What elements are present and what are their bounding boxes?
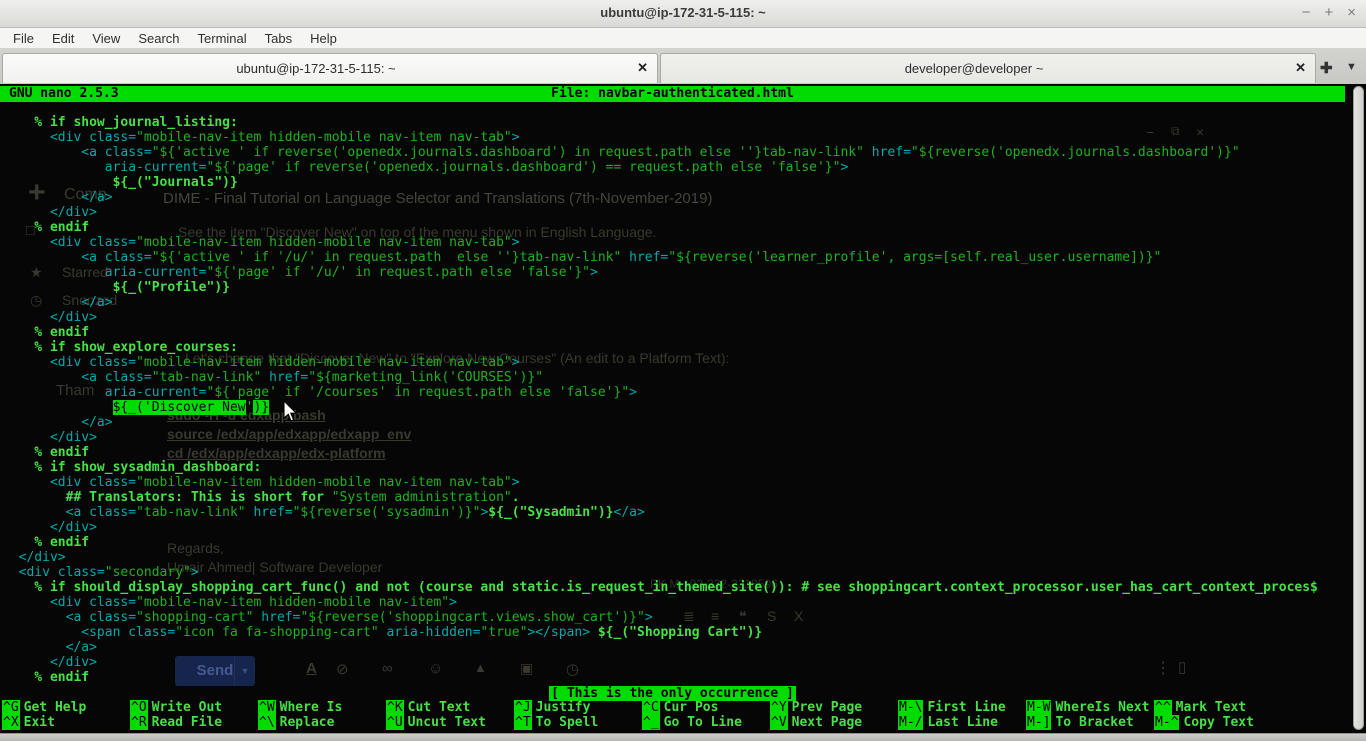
nano-filename: File: navbar-authenticated.html bbox=[0, 86, 1345, 102]
code-line: <a class="shopping-cart" href="${reverse… bbox=[3, 610, 1318, 625]
nano-shortcuts-row2: ^XExit^RRead File^\Replace^UUncut Text^T… bbox=[2, 715, 1282, 730]
tab-close-icon[interactable]: ✕ bbox=[637, 60, 648, 76]
menu-item-view[interactable]: View bbox=[83, 30, 129, 47]
code-line: ${_("Profile")} bbox=[3, 280, 1318, 295]
code-line: ${_("Journals")} bbox=[3, 175, 1318, 190]
new-tab-icon[interactable]: ✚ bbox=[1320, 59, 1333, 77]
menu-item-tabs[interactable]: Tabs bbox=[256, 30, 301, 47]
nano-shortcut: ^JJustify bbox=[514, 700, 642, 715]
code-line: </div> bbox=[3, 430, 1318, 445]
code-line: <a class="${'active ' if '/u/' in reques… bbox=[3, 250, 1318, 265]
code-line: % endif bbox=[3, 220, 1318, 235]
window-bottom-edge bbox=[0, 733, 1366, 741]
code-line: % if should_display_shopping_cart_func()… bbox=[3, 580, 1318, 595]
code-line: <a class="tab-nav-link" href="${reverse(… bbox=[3, 505, 1318, 520]
code-line: % endif bbox=[3, 535, 1318, 550]
nano-titlebar: GNU nano 2.5.3 File: navbar-authenticate… bbox=[0, 86, 1345, 102]
menu-item-search[interactable]: Search bbox=[129, 30, 188, 47]
code-line: <div class="mobile-nav-item hidden-mobil… bbox=[3, 235, 1318, 250]
menu-item-file[interactable]: File bbox=[4, 30, 43, 47]
code-line: <div class="mobile-nav-item hidden-mobil… bbox=[3, 475, 1318, 490]
tab-bar: ubuntu@ip-172-31-5-115: ~ ✕ developer@de… bbox=[0, 49, 1366, 84]
menu-bar: FileEditViewSearchTerminalTabsHelp bbox=[0, 28, 1366, 49]
code-line: % if show_sysadmin_dashboard: bbox=[3, 460, 1318, 475]
nano-shortcut: ^WWhere Is bbox=[258, 700, 386, 715]
nano-shortcut: ^VNext Page bbox=[770, 715, 898, 730]
window-titlebar[interactable]: ubuntu@ip-172-31-5-115: ~ − + × bbox=[0, 0, 1366, 28]
screen: { "window": { "title": "ubuntu@ip-172-31… bbox=[0, 0, 1366, 741]
code-line: <span class="icon fa fa-shopping-cart" a… bbox=[3, 625, 1318, 640]
code-line: </a> bbox=[3, 640, 1318, 655]
code-line: % if show_journal_listing: bbox=[3, 115, 1318, 130]
code-line: aria-current="${'page' if '/u/' in reque… bbox=[3, 265, 1318, 280]
nano-statusbar: [ This is the only occurrence ] bbox=[0, 684, 1345, 699]
nano-shortcut: M-^Copy Text bbox=[1154, 715, 1282, 730]
nano-shortcut: ^^Mark Text bbox=[1154, 700, 1282, 715]
tab-label: developer@developer ~ bbox=[661, 61, 1287, 76]
code-line: <a class="tab-nav-link" href="${marketin… bbox=[3, 370, 1318, 385]
nano-shortcut: M-]To Bracket bbox=[1026, 715, 1154, 730]
terminal-scrollbar[interactable] bbox=[1353, 86, 1364, 730]
code-line: <div class="secondary"> bbox=[3, 565, 1318, 580]
code-line: </div> bbox=[3, 310, 1318, 325]
code-line: ${_('Discover New')} bbox=[3, 400, 1318, 415]
nano-shortcut: ^XExit bbox=[2, 715, 130, 730]
nano-shortcut: ^UUncut Text bbox=[386, 715, 514, 730]
maximize-button[interactable]: + bbox=[1324, 2, 1333, 24]
nano-shortcut: ^_Go To Line bbox=[642, 715, 770, 730]
code-line: </a> bbox=[3, 415, 1318, 430]
nano-shortcut: ^GGet Help bbox=[2, 700, 130, 715]
nano-shortcut: ^CCur Pos bbox=[642, 700, 770, 715]
nano-status-message: [ This is the only occurrence ] bbox=[549, 686, 796, 701]
nano-shortcut: ^RRead File bbox=[130, 715, 258, 730]
menu-item-help[interactable]: Help bbox=[301, 30, 346, 47]
code-line: % endif bbox=[3, 445, 1318, 460]
terminal-window[interactable]: +Comp□★Starred◷SnoozedThamDIME - Final T… bbox=[0, 84, 1366, 741]
code-line: </div> bbox=[3, 520, 1318, 535]
code-line: </div> bbox=[3, 205, 1318, 220]
nano-shortcuts-row1: ^GGet Help^OWrite Out^WWhere Is^KCut Tex… bbox=[2, 700, 1282, 715]
window-title: ubuntu@ip-172-31-5-115: ~ bbox=[0, 5, 1366, 20]
tab-close-icon[interactable]: ✕ bbox=[1295, 60, 1306, 76]
code-line: <div class="mobile-nav-item hidden-mobil… bbox=[3, 355, 1318, 370]
code-line: <a class="${'active ' if reverse('opened… bbox=[3, 145, 1318, 160]
close-button[interactable]: × bbox=[1347, 2, 1356, 24]
code-line: % if show_explore_courses: bbox=[3, 340, 1318, 355]
terminal-tab-ubuntu[interactable]: ubuntu@ip-172-31-5-115: ~ ✕ bbox=[2, 53, 658, 83]
code-line: </div> bbox=[3, 550, 1318, 565]
nano-shortcut: M-/Last Line bbox=[898, 715, 1026, 730]
code-line: ## Translators: This is short for "Syste… bbox=[3, 490, 1318, 505]
code-line: <div class="mobile-nav-item hidden-mobil… bbox=[3, 130, 1318, 145]
code-line: aria-current="${'page' if '/courses' in … bbox=[3, 385, 1318, 400]
nano-shortcut: ^TTo Spell bbox=[514, 715, 642, 730]
nano-shortcut: M-WWhereIs Next bbox=[1026, 700, 1154, 715]
code-line: <div class="mobile-nav-item hidden-mobil… bbox=[3, 595, 1318, 610]
code-line: % endif bbox=[3, 670, 1318, 685]
terminal-tab-developer[interactable]: developer@developer ~ ✕ bbox=[660, 53, 1316, 83]
tab-label: ubuntu@ip-172-31-5-115: ~ bbox=[3, 61, 629, 76]
tab-list-dropdown-icon[interactable]: ▼ bbox=[1346, 61, 1357, 73]
nano-shortcut: ^OWrite Out bbox=[130, 700, 258, 715]
code-line: aria-current="${'page' if reverse('opene… bbox=[3, 160, 1318, 175]
editor-text[interactable]: % if show_journal_listing: <div class="m… bbox=[3, 115, 1318, 685]
menu-item-edit[interactable]: Edit bbox=[43, 30, 83, 47]
code-line: % endif bbox=[3, 325, 1318, 340]
nano-shortcut: ^KCut Text bbox=[386, 700, 514, 715]
nano-shortcut: M-\First Line bbox=[898, 700, 1026, 715]
code-line: </div> bbox=[3, 655, 1318, 670]
minimize-button[interactable]: − bbox=[1302, 2, 1311, 24]
mouse-cursor-icon bbox=[283, 401, 298, 423]
menu-item-terminal[interactable]: Terminal bbox=[189, 30, 256, 47]
nano-shortcut: ^\Replace bbox=[258, 715, 386, 730]
nano-shortcut: ^YPrev Page bbox=[770, 700, 898, 715]
code-line: </a> bbox=[3, 295, 1318, 310]
code-line: </a> bbox=[3, 190, 1318, 205]
